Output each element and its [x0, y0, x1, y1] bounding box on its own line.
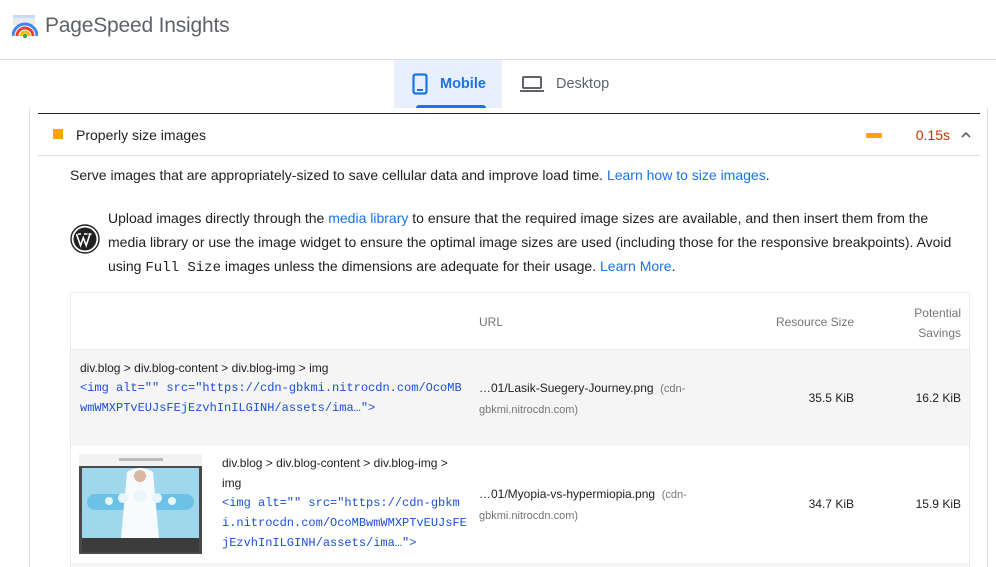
potential-savings: 15.9 KiB [915, 497, 961, 511]
node-snippet: <img alt="" src="https://cdn-gbkmi.nitro… [222, 496, 467, 550]
column-resource-size: Resource Size [775, 315, 854, 329]
node-path: div.blog > div.blog-content > div.blog-i… [222, 456, 448, 490]
resource-url[interactable]: …01/Lasik-Suegery-Journey.png (cdn-gbkmi… [479, 378, 709, 420]
tab-desktop[interactable]: Desktop [502, 60, 622, 108]
doctor-image-thumbnail [79, 454, 202, 554]
chevron-up-icon[interactable] [959, 128, 973, 142]
wordpress-icon [70, 224, 100, 254]
audit-savings: 0.15s [915, 127, 950, 143]
pagespeed-logo-icon[interactable] [12, 14, 38, 40]
tab-mobile-label: Mobile [440, 76, 486, 92]
node-snippet: <img alt="" src="https://cdn-gbkmi.nitro… [80, 381, 462, 415]
resource-size: 35.5 KiB [808, 391, 854, 405]
details-table: URL Resource Size Potential Savings div.… [70, 292, 970, 567]
learn-more-link[interactable]: Learn More [600, 258, 672, 274]
audit-header[interactable]: Properly size images 0.15s [38, 113, 980, 156]
code-full-size: Full Size [145, 260, 221, 276]
table-row [71, 563, 969, 567]
device-tabs: Mobile Desktop [394, 60, 622, 108]
resource-url[interactable]: …01/Myopia-vs-hypermiopia.png (cdn-gbkmi… [479, 484, 709, 526]
warning-square-icon [53, 129, 63, 139]
laptop-icon [520, 71, 544, 97]
savings-bar [866, 133, 882, 138]
tab-desktop-label: Desktop [556, 76, 610, 92]
resource-size: 34.7 KiB [808, 497, 854, 511]
table-header: URL Resource Size Potential Savings [71, 293, 969, 350]
audit-title: Properly size images [76, 127, 206, 143]
potential-savings: 16.2 KiB [915, 391, 961, 405]
media-library-link[interactable]: media library [328, 210, 408, 226]
column-url: URL [479, 315, 504, 329]
column-potential-savings: Potential Savings [914, 306, 961, 340]
node-element[interactable]: div.blog > div.blog-content > div.blog-i… [222, 453, 467, 553]
learn-size-images-link[interactable]: Learn how to size images [607, 167, 766, 183]
table-row: div.blog > div.blog-content > div.blog-i… [71, 446, 969, 563]
node-path: div.blog > div.blog-content > div.blog-i… [80, 361, 329, 375]
top-header: PageSpeed Insights [0, 0, 996, 60]
node-element[interactable]: div.blog > div.blog-content > div.blog-i… [80, 358, 465, 418]
smartphone-icon [412, 71, 428, 97]
element-thumbnail [79, 454, 202, 554]
stack-pack-text: Upload images directly through the media… [108, 210, 952, 276]
tab-mobile[interactable]: Mobile [394, 60, 502, 108]
audit-description: Serve images that are appropriately-size… [70, 167, 770, 183]
table-row: div.blog > div.blog-content > div.blog-i… [71, 350, 969, 446]
app-title[interactable]: PageSpeed Insights [45, 14, 230, 38]
